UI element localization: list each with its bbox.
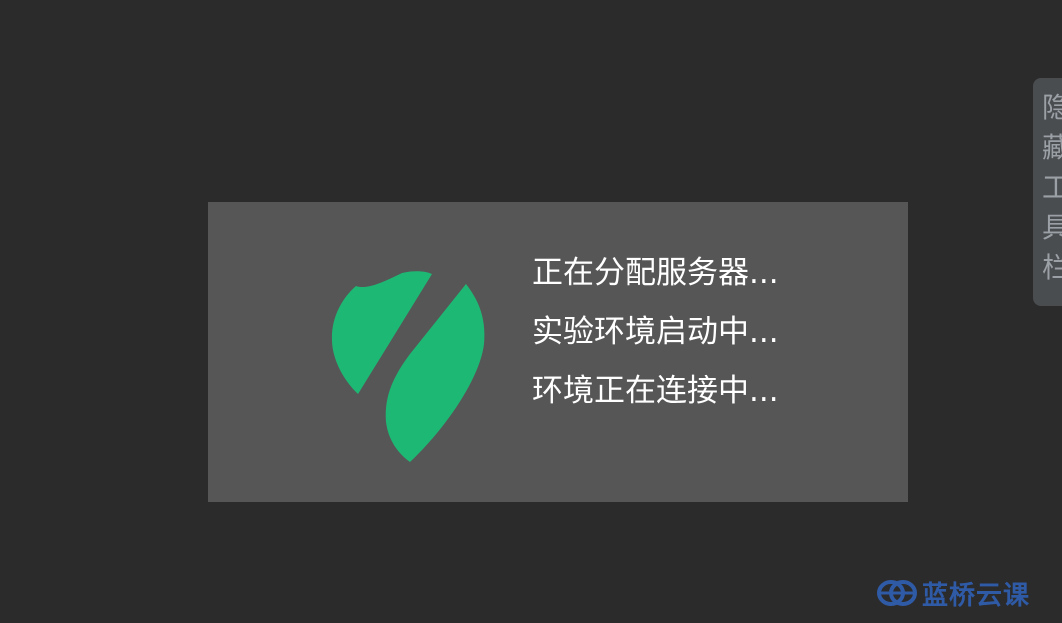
lanqiao-logo-icon <box>877 580 917 606</box>
shield-split-logo-icon <box>331 271 485 462</box>
lanqiao-watermark: 蓝桥云课 <box>876 576 1031 611</box>
hide-toolbar-label: 隐藏工具栏 <box>1042 91 1062 284</box>
status-environment-connecting: 环境正在连接中... <box>532 373 779 409</box>
loading-status-list: 正在分配服务器... 实验环境启动中... 环境正在连接中... <box>532 244 779 421</box>
watermark-brand-text: 蓝桥云课 <box>922 580 1031 611</box>
hide-toolbar-button[interactable]: 隐藏工具栏 <box>1033 78 1062 306</box>
status-allocating-server: 正在分配服务器... <box>532 255 779 291</box>
status-environment-starting: 实验环境启动中... <box>532 314 779 350</box>
